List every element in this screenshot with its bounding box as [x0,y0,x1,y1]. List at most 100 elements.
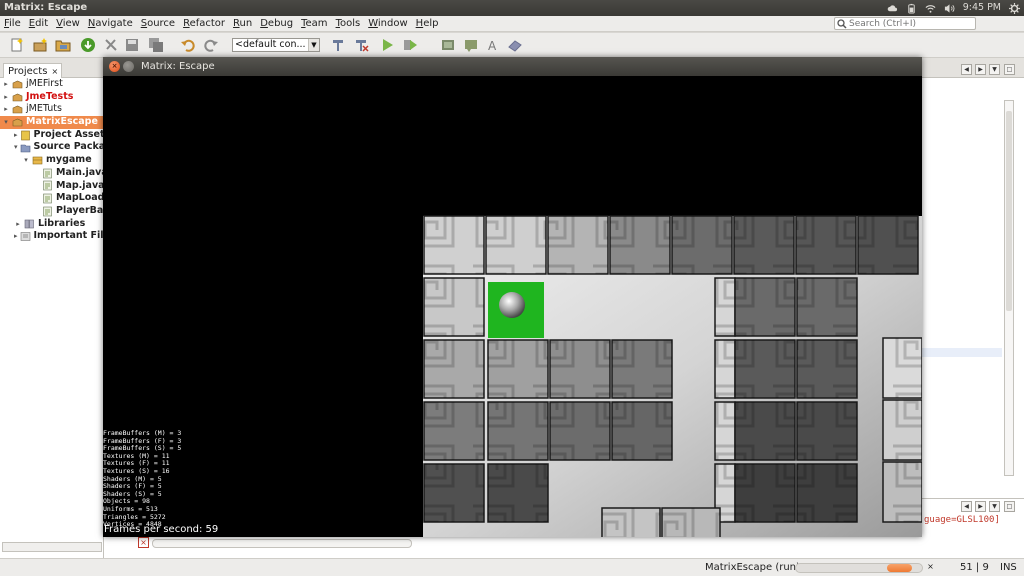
collapse-arrow-icon[interactable]: ▸ [2,103,10,116]
maze-block-texture [715,278,735,336]
undo-icon[interactable] [180,37,196,53]
game-viewport[interactable]: FrameBuffers (M) = 3 FrameBuffers (F) = 3… [103,76,922,537]
clean-icon[interactable] [353,37,369,53]
tree-item[interactable]: Main.java [0,167,104,180]
menu-tools[interactable]: Tools [332,17,365,31]
maximize-button[interactable]: □ [1004,64,1015,75]
output-scroll-right-button[interactable]: ▶ [975,501,986,512]
new-file-icon[interactable] [9,37,25,53]
menu-team[interactable]: Team [297,17,331,31]
new-project-icon[interactable] [32,37,48,53]
menu-debug[interactable]: Debug [256,17,297,31]
search-box[interactable] [834,17,976,30]
scroll-left-button[interactable]: ◀ [961,64,972,75]
tree-item-label: Main.java [56,166,104,178]
libraries-icon [24,220,34,229]
collapse-arrow-icon[interactable]: ▸ [2,91,10,104]
tree-item[interactable]: ▸ jMEFirst [0,78,104,91]
cloud-icon[interactable] [887,3,898,14]
menu-window[interactable]: Window [364,17,411,31]
search-input[interactable] [849,18,969,29]
running-process-label[interactable]: MatrixEscape (run) [705,562,800,573]
open-project-icon[interactable] [55,37,71,53]
tree-item[interactable]: ▸ JmeTests [0,91,104,104]
important-files-icon [20,232,30,241]
output-scroll-left-button[interactable]: ◀ [961,501,972,512]
output-maximize-button[interactable]: □ [1004,501,1015,512]
tree-item[interactable]: ▸ Project Assets [0,129,104,142]
close-window-button[interactable]: × [109,61,120,72]
run-icon[interactable] [379,37,395,53]
projects-horizontal-scrollbar[interactable] [2,542,102,552]
menu-refactor[interactable]: Refactor [179,17,229,31]
tree-item[interactable]: Map.java [0,180,104,193]
maze-block-texture [550,402,610,460]
tab-projects[interactable]: Projects × [3,63,63,78]
build-icon[interactable] [330,37,346,53]
output-text: guage=GLSL100] [924,515,1000,525]
download-icon[interactable] [80,37,96,53]
tree-item[interactable]: ▾ mygame [0,154,104,167]
stop-button[interactable]: × [138,537,149,548]
tree-item[interactable]: ▾ MatrixEscape [0,116,104,129]
game-window[interactable]: × Matrix: Escape FrameBuffers (M) = 3 Fr… [103,57,922,537]
collapse-arrow-icon[interactable]: ▸ [14,218,22,231]
output-horizontal-scrollbar[interactable] [152,539,412,548]
insert-mode: INS [1000,562,1017,573]
close-icon[interactable]: × [51,67,58,76]
gear-icon[interactable] [1009,2,1020,14]
java-file-icon [43,168,52,178]
save-icon[interactable] [124,37,140,53]
tab-list-button[interactable]: ▼ [989,64,1000,75]
tree-item[interactable]: ▸ jMETuts [0,103,104,116]
project-icon [12,80,23,89]
plugin-icon[interactable] [507,37,523,53]
battery-icon[interactable] [906,3,917,14]
scroll-thumb[interactable] [1006,111,1012,311]
menu-navigate[interactable]: Navigate [84,17,137,31]
maze-block-texture [488,402,548,460]
tree-item[interactable]: ▸ Libraries [0,218,104,231]
cancel-process-icon[interactable]: × [926,563,935,572]
tree-item[interactable]: ▸ Important Files [0,230,104,243]
wifi-icon[interactable] [925,3,936,14]
configuration-select[interactable]: <default con... ▼ [232,38,320,52]
maze-block-texture [735,340,795,398]
expand-arrow-icon[interactable]: ▾ [22,154,30,167]
collapse-arrow-icon[interactable]: ▸ [2,78,10,91]
profile-icon[interactable] [440,37,456,53]
redo-icon[interactable] [203,37,219,53]
tree-item[interactable]: PlayerBall.java [0,205,104,218]
expand-arrow-icon[interactable]: ▾ [2,116,10,129]
tab-projects-label: Projects [8,66,48,77]
menu-label: iew [62,17,80,29]
menu-view[interactable]: View [52,17,84,31]
menu-edit[interactable]: Edit [25,17,52,31]
maze-block-texture [858,216,918,274]
save-all-icon[interactable] [148,37,164,53]
scroll-right-button[interactable]: ▶ [975,64,986,75]
menu-help[interactable]: Help [412,17,443,31]
editor-vertical-scrollbar[interactable] [1004,100,1014,476]
maze-block-texture [797,464,857,522]
project-icon [12,118,23,127]
minimize-window-button[interactable] [123,61,134,72]
gui-builder-icon[interactable] [463,37,479,53]
clean-build-icon[interactable] [103,37,119,53]
caret-position: 51 | 9 [960,562,989,573]
tree-item[interactable]: ▾ Source Packages [0,141,104,154]
font-icon[interactable]: A [485,37,501,53]
clock[interactable]: 9:45 PM [963,0,1001,16]
collapse-arrow-icon[interactable]: ▸ [14,230,18,243]
menu-run[interactable]: Run [229,17,256,31]
volume-icon[interactable] [944,3,955,14]
expand-arrow-icon[interactable]: ▾ [14,141,18,154]
menu-file[interactable]: File [0,17,25,31]
run-progress-bar[interactable] [795,563,923,573]
menu-source[interactable]: Source [137,17,179,31]
output-tab-list-button[interactable]: ▼ [989,501,1000,512]
game-window-titlebar[interactable]: × Matrix: Escape [103,57,922,76]
debug-icon[interactable] [402,37,418,53]
tree-item[interactable]: MapLoader.java [0,192,104,205]
collapse-arrow-icon[interactable]: ▸ [14,129,18,142]
